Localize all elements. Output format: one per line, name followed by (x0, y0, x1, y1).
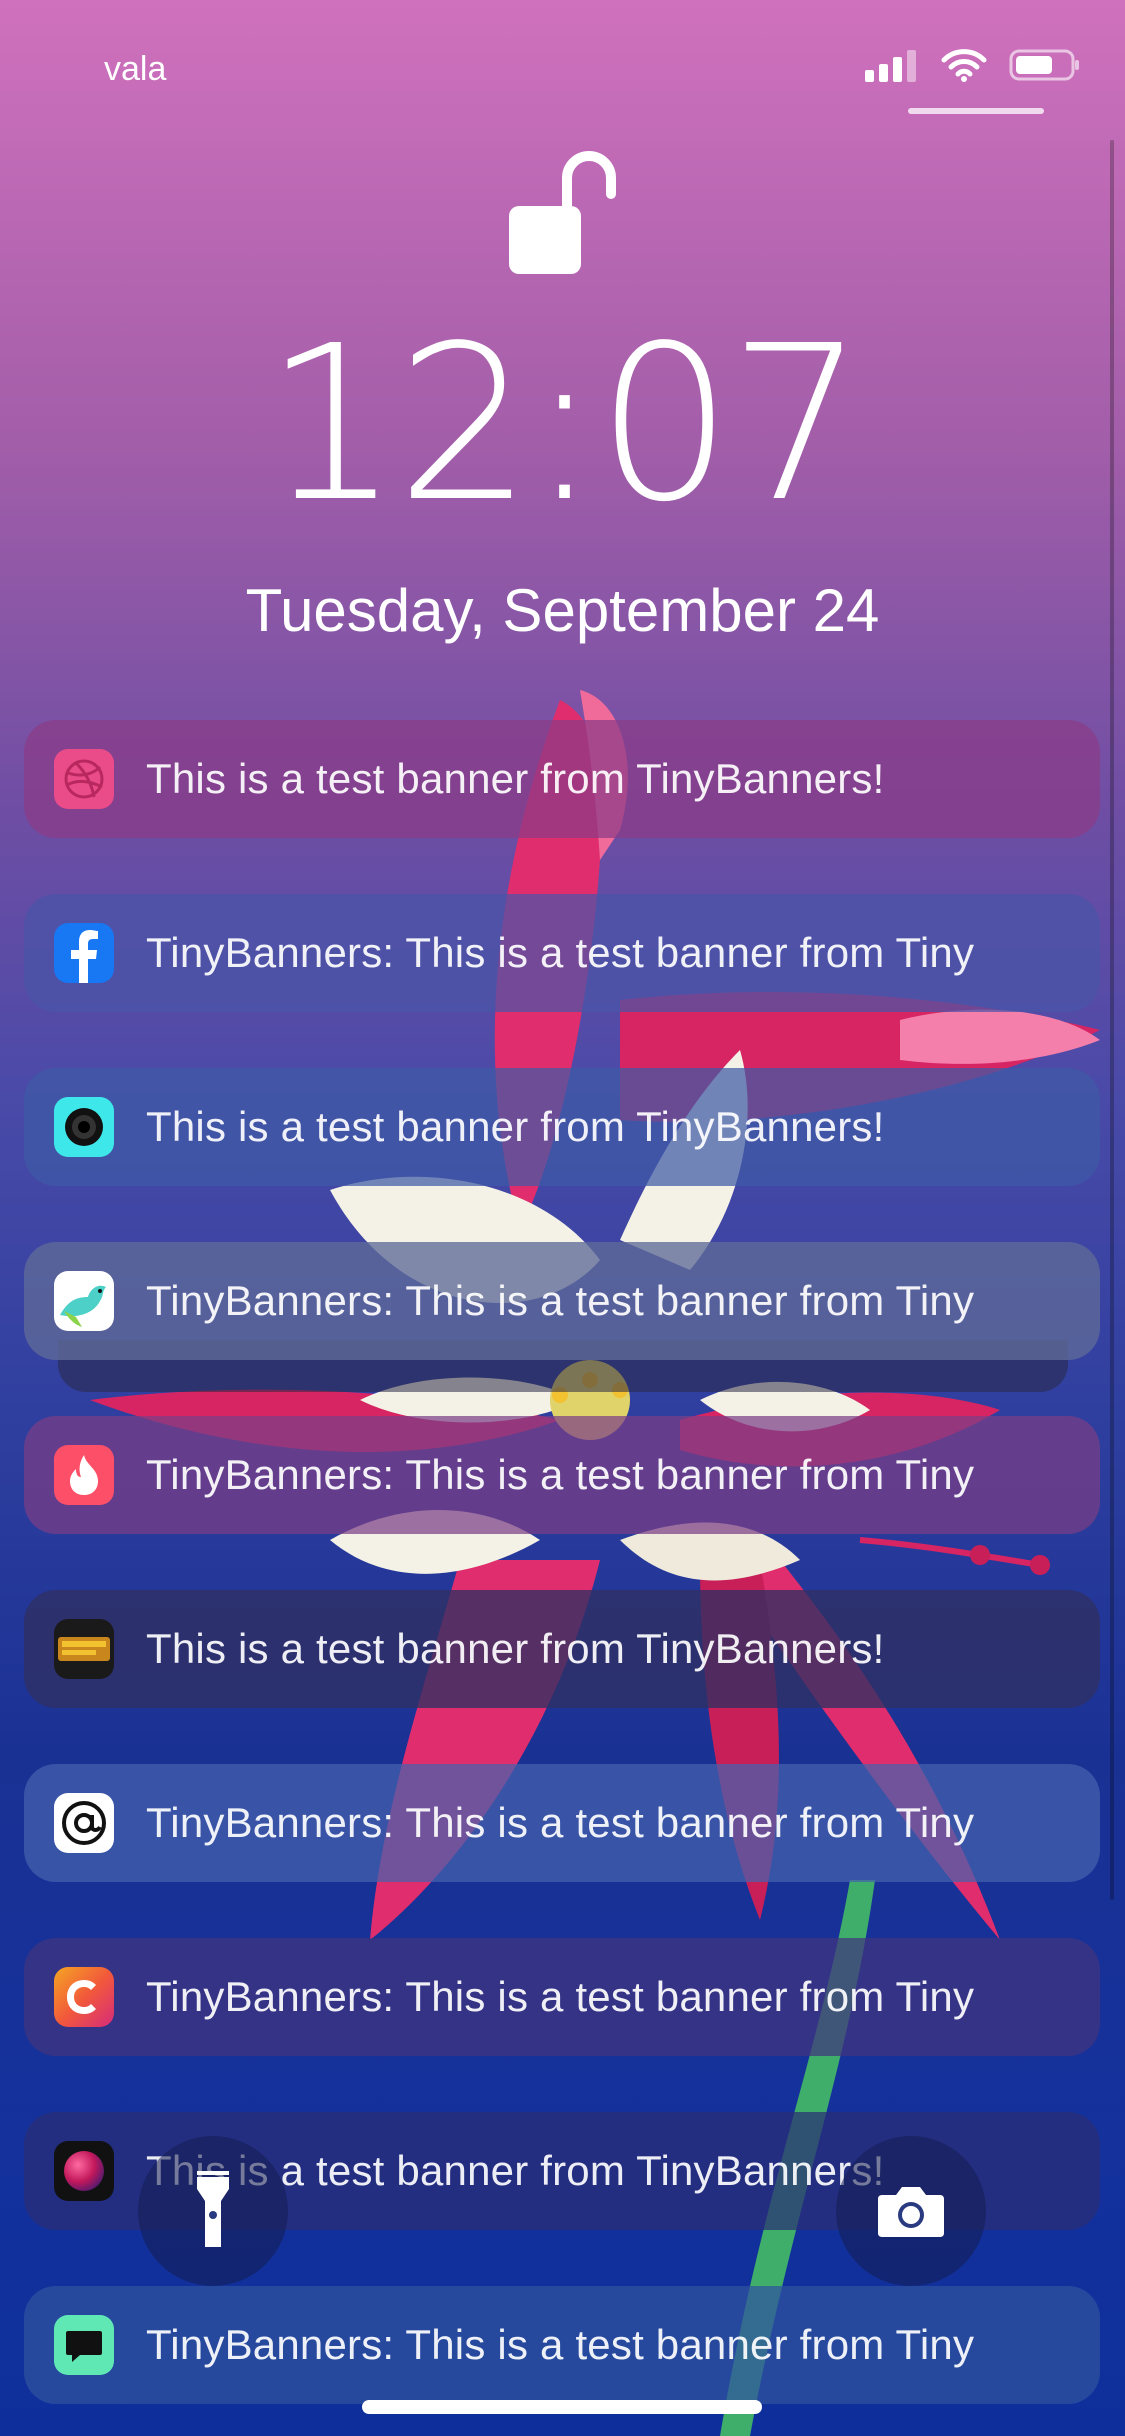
notification-banner[interactable]: This is a test banner from TinyBanners! (24, 720, 1100, 838)
facebook-icon (54, 923, 114, 983)
notification-banner[interactable]: This is a test banner from TinyBanners! (24, 1590, 1100, 1708)
notification-banner[interactable]: TinyBanners: This is a test banner from … (24, 1242, 1100, 1360)
camera-button[interactable] (836, 2136, 986, 2286)
wolf-among-us-icon (54, 1619, 114, 1679)
cellular-signal-icon (865, 50, 916, 82)
flashlight-icon (197, 2171, 229, 2247)
notification-text: TinyBanners: This is a test banner from … (146, 1277, 975, 1324)
notification-text: This is a test banner from TinyBanners! (146, 1625, 885, 1672)
camera-lens-icon (54, 1097, 114, 1157)
dribbble-icon (54, 749, 114, 809)
status-icons (865, 48, 1081, 82)
lock-screen-date: Tuesday, September 24 (245, 577, 880, 644)
home-indicator[interactable] (362, 2400, 762, 2414)
bird-app-icon (54, 1271, 114, 1331)
notification-text: TinyBanners: This is a test banner from … (146, 1799, 975, 1846)
camera-icon (878, 2187, 944, 2237)
control-center-indicator[interactable] (908, 108, 1044, 114)
notification-text: TinyBanners: This is a test banner from … (146, 929, 975, 976)
status-bar: vala (0, 0, 1125, 140)
wifi-icon (941, 49, 987, 82)
notification-text: TinyBanners: This is a test banner from … (146, 1973, 975, 2020)
tinder-flame-icon (54, 1445, 114, 1505)
carrier-name: vala (104, 50, 167, 88)
c-logo-icon (54, 1967, 114, 2027)
notification-text: This is a test banner from TinyBanners! (146, 755, 885, 802)
gradient-orb-icon (54, 2141, 114, 2201)
at-sign-icon (54, 1793, 114, 1853)
lock-screen-time: 12:07 (264, 300, 865, 549)
notification-banner[interactable]: TinyBanners: This is a test banner from … (24, 894, 1100, 1012)
notification-text: TinyBanners: This is a test banner from … (146, 2321, 975, 2368)
battery-icon (1009, 49, 1079, 81)
notification-banner[interactable]: TinyBanners: This is a test banner from … (24, 1416, 1100, 1534)
chat-bubble-icon (54, 2315, 114, 2375)
notification-banner[interactable]: TinyBanners: This is a test banner from … (24, 1938, 1100, 2056)
notification-banner[interactable]: TinyBanners: This is a test banner from … (24, 2286, 1100, 2404)
lock-area (0, 150, 1125, 282)
flashlight-button[interactable] (138, 2136, 288, 2286)
notification-banner[interactable]: TinyBanners: This is a test banner from … (24, 1764, 1100, 1882)
notification-banner[interactable]: This is a test banner from TinyBanners! (24, 1068, 1100, 1186)
notification-text: TinyBanners: This is a test banner from … (146, 1451, 975, 1498)
notification-text: This is a test banner from TinyBanners! (146, 1103, 885, 1150)
unlocked-padlock-icon[interactable] (507, 150, 619, 282)
